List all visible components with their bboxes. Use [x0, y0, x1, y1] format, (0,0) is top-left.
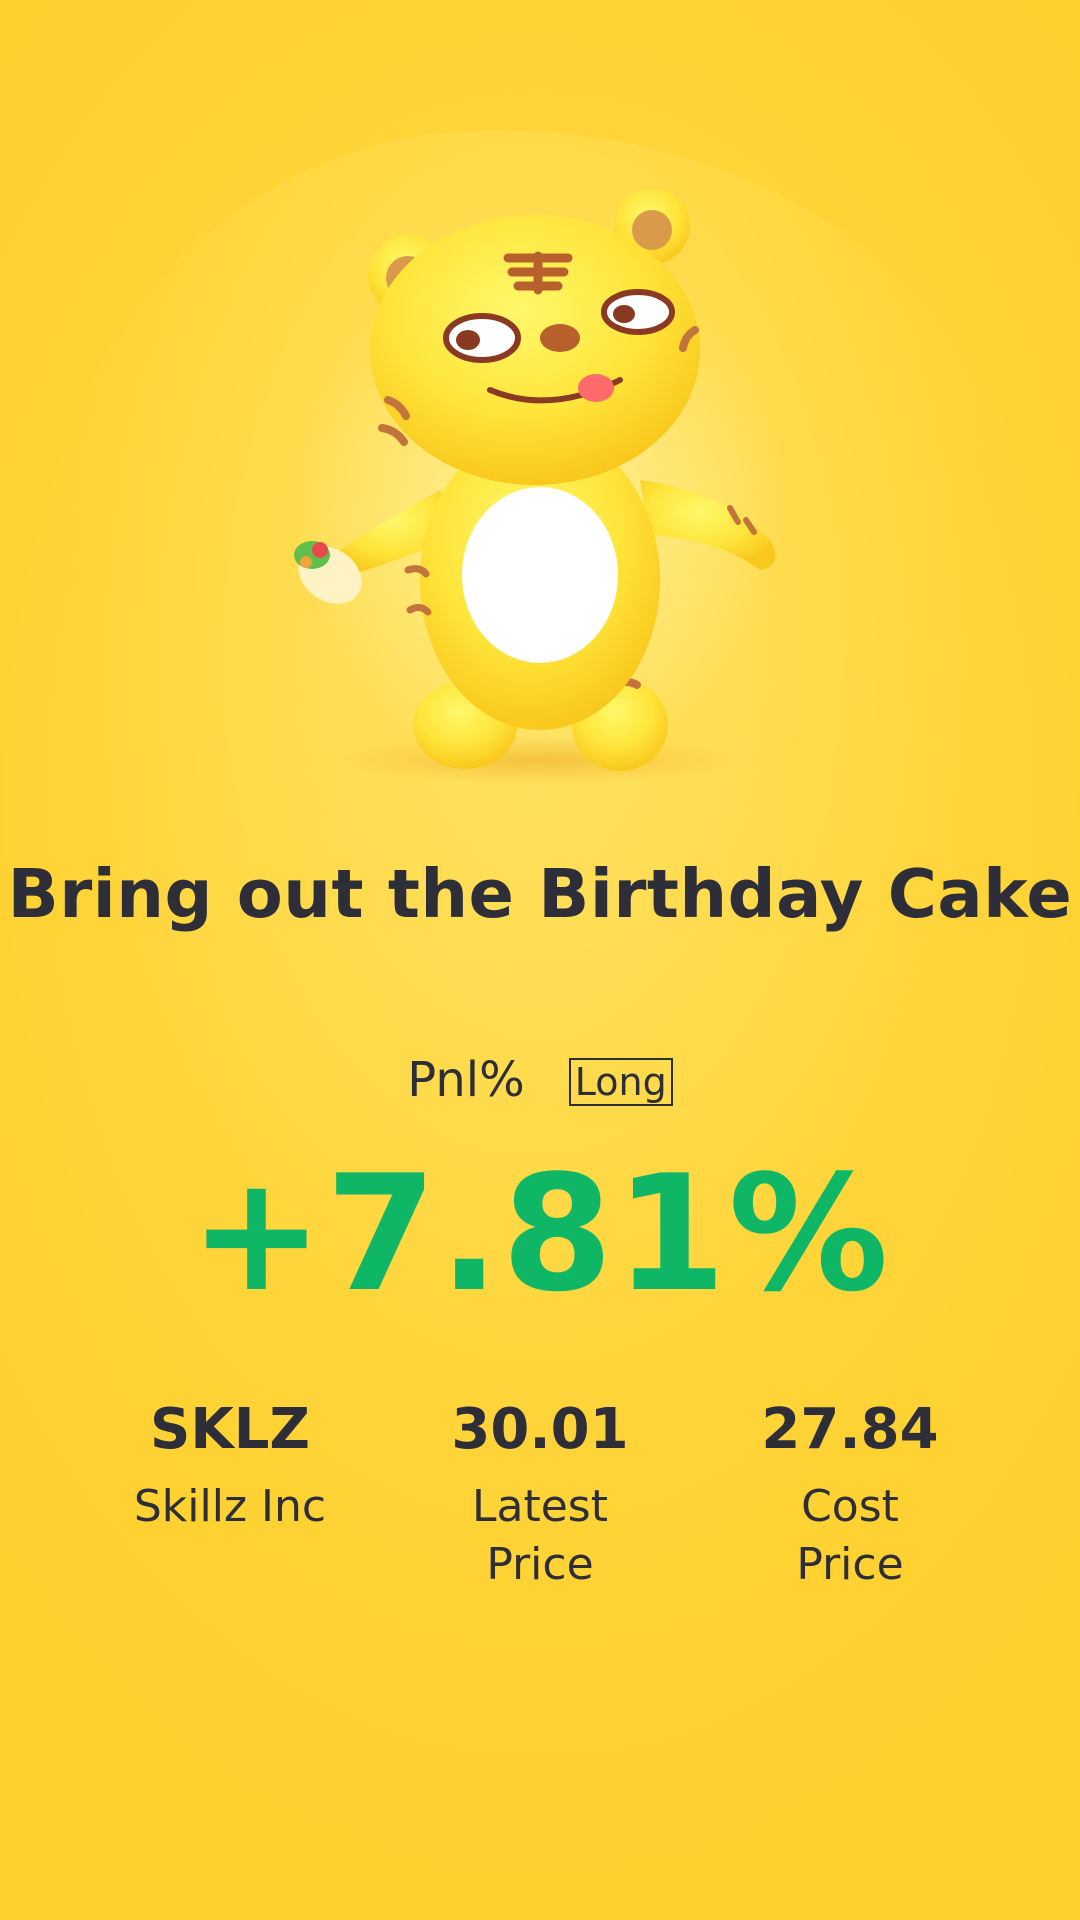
- stat-cost-price: 27.84 Cost Price: [700, 1390, 1000, 1594]
- stock-symbol: SKLZ: [149, 1397, 310, 1462]
- stat-symbol: SKLZ Skillz Inc: [80, 1390, 380, 1594]
- pnl-row: Pnl% Long: [0, 1052, 1080, 1108]
- stat-latest-price: 30.01 Latest Price: [390, 1390, 690, 1594]
- pnl-percent-value: +7.81%: [189, 1140, 891, 1327]
- stock-name: Skillz Inc: [133, 1481, 327, 1532]
- latest-price-value: 30.01: [451, 1397, 629, 1462]
- headline-title: Bring out the Birthday Cake: [7, 855, 1073, 933]
- cost-price-value: 27.84: [761, 1397, 939, 1462]
- stats-row: SKLZ Skillz Inc 30.01 Latest Price 27.84…: [80, 1390, 1000, 1594]
- tiger-mascot-icon: [290, 190, 830, 790]
- pnl-label: Pnl%: [407, 1052, 525, 1108]
- latest-price-label: Latest Price: [472, 1481, 608, 1590]
- position-type-badge: Long: [568, 1058, 673, 1106]
- cost-price-label: Cost Price: [796, 1481, 904, 1590]
